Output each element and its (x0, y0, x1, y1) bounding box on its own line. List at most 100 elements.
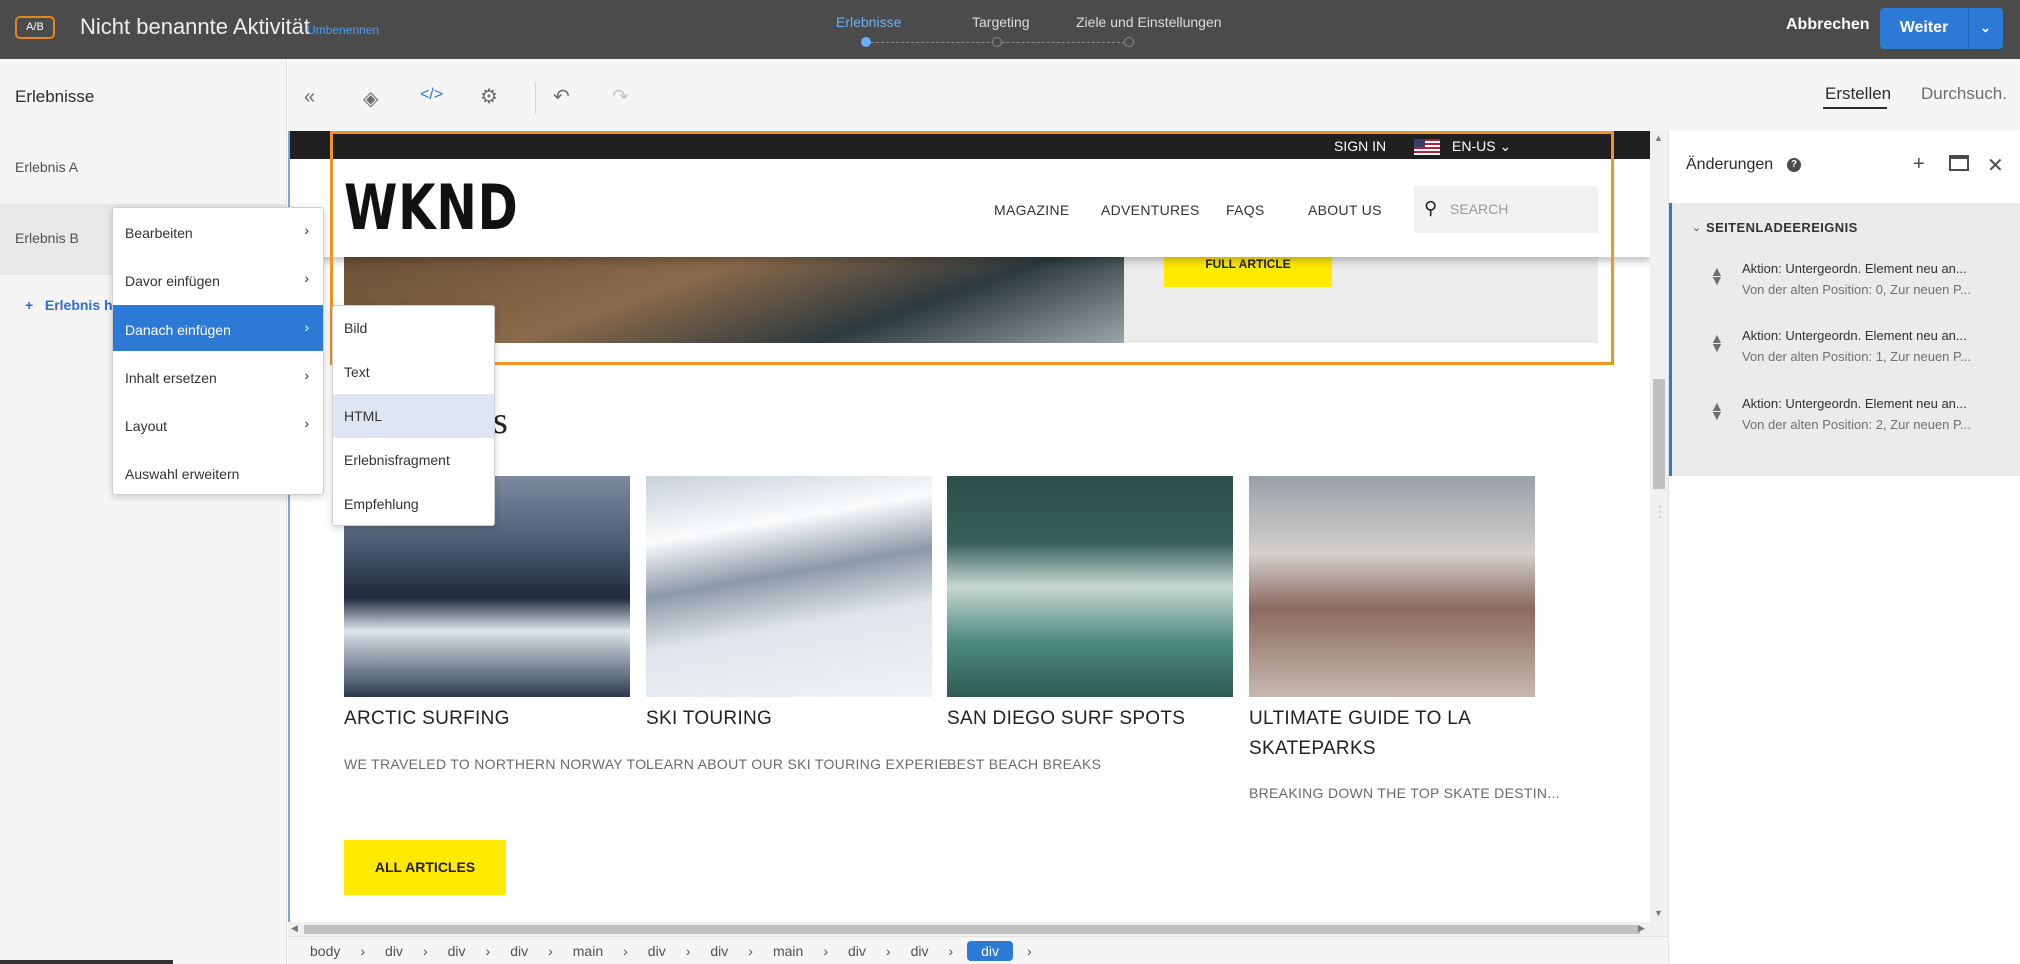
menu-item-label: Danach einfügen (125, 322, 231, 338)
change-detail[interactable]: Von der alten Position: 1, Zur neuen P..… (1742, 349, 1971, 364)
language-selector[interactable]: EN-US ⌄ (1452, 138, 1511, 155)
activity-title[interactable]: Nicht benannte Aktivität (80, 14, 310, 40)
step-targeting[interactable]: Targeting (972, 14, 1030, 30)
article-image-la-skateparks[interactable] (1249, 476, 1535, 697)
scroll-left-icon[interactable]: ◀ (291, 923, 298, 934)
rename-link[interactable]: Umbenennen (307, 23, 379, 37)
next-button-label[interactable]: Weiter (1880, 19, 1968, 37)
article-description[interactable]: BEST BEACH BREAKS (947, 756, 1101, 772)
next-button[interactable]: Weiter ⌄ (1880, 8, 2003, 49)
article-title[interactable]: ULTIMATE GUIDE TO LA SKATEPARKS (1249, 704, 1529, 764)
cancel-button[interactable]: Abbrechen (1786, 16, 1870, 34)
panel-layout-icon[interactable] (1949, 155, 1969, 171)
article-image-ski-touring[interactable] (646, 476, 932, 697)
submenu-item-image[interactable]: Bild (333, 306, 494, 350)
editor-toolbar (288, 59, 2020, 131)
crumb-main[interactable]: main (567, 941, 609, 961)
crumb-div[interactable]: div (442, 941, 472, 961)
top-bar: A/B Nicht benannte Aktivität Umbenennen … (0, 0, 2020, 59)
step-experiences[interactable]: Erlebnisse (836, 14, 901, 30)
gear-icon[interactable]: ⚙ (480, 84, 498, 109)
undo-icon[interactable]: ↶ (553, 84, 570, 109)
add-icon[interactable]: + (1913, 153, 1925, 176)
step-goals-settings[interactable]: Ziele und Einstellungen (1076, 14, 1222, 30)
site-search-input[interactable]: ⚲ SEARCH (1414, 186, 1598, 233)
article-title[interactable]: SKI TOURING (646, 704, 772, 734)
nav-faqs[interactable]: FAQS (1226, 202, 1265, 218)
tab-browse[interactable]: Durchsuch. (1921, 84, 2007, 104)
crumb-div[interactable]: div (842, 941, 872, 961)
nav-magazine[interactable]: MAGAZINE (994, 202, 1070, 218)
vertical-scroll-thumb[interactable] (1653, 379, 1665, 489)
horizontal-scrollbar[interactable]: ◀ ▶ (288, 922, 1668, 936)
chevron-down-icon[interactable]: ⌄ (1980, 20, 1991, 36)
change-action[interactable]: Aktion: Untergeordn. Element neu an... (1742, 261, 1967, 276)
nav-adventures[interactable]: ADVENTURES (1101, 202, 1200, 218)
close-icon[interactable]: ✕ (1987, 153, 2004, 178)
bottom-edge-bar (0, 960, 173, 964)
code-icon[interactable]: </> (420, 86, 443, 104)
tab-create[interactable]: Erstellen (1825, 84, 1891, 104)
crumb-div[interactable]: div (704, 941, 734, 961)
crumb-div[interactable]: div (379, 941, 409, 961)
scroll-right-icon[interactable]: ▶ (1638, 923, 1645, 934)
chevron-right-icon: › (304, 319, 309, 335)
horizontal-scroll-thumb[interactable] (304, 925, 1640, 934)
submenu-item-experience-fragment[interactable]: Erlebnisfragment (333, 438, 494, 482)
change-detail[interactable]: Von der alten Position: 2, Zur neuen P..… (1742, 417, 1971, 432)
submenu-item-html[interactable]: HTML (333, 394, 494, 438)
scroll-down-icon[interactable]: ▼ (1654, 908, 1663, 918)
add-experience-button[interactable]: + Erlebnis hi (25, 297, 116, 313)
change-detail[interactable]: Von der alten Position: 0, Zur neuen P..… (1742, 282, 1971, 297)
help-icon[interactable]: ? (1787, 158, 1801, 172)
chevron-right-icon: › (885, 942, 891, 959)
reorder-handle-icon[interactable]: ▲ ▼ (1710, 264, 1724, 287)
menu-item-replace-content[interactable]: Inhalt ersetzen › (113, 353, 323, 399)
add-experience-label: Erlebnis hi (44, 297, 117, 313)
search-icon: ⚲ (1424, 198, 1438, 218)
reorder-handle-icon[interactable]: ▲ ▼ (1710, 331, 1724, 354)
menu-item-expand-selection[interactable]: Auswahl erweitern (113, 449, 323, 495)
crumb-div[interactable]: div (642, 941, 672, 961)
crumb-div[interactable]: div (504, 941, 534, 961)
menu-item-label: Bearbeiten (125, 225, 193, 241)
menu-item-layout[interactable]: Layout › (113, 401, 323, 447)
scroll-up-icon[interactable]: ▲ (1654, 133, 1663, 143)
redo-icon[interactable]: ↷ (612, 84, 629, 109)
chevron-right-icon: › (948, 942, 954, 959)
submenu-item-text[interactable]: Text (333, 350, 494, 394)
sign-in-link[interactable]: SIGN IN (1334, 138, 1386, 154)
reorder-handle-icon[interactable]: ▲ ▼ (1710, 399, 1724, 422)
menu-item-insert-after[interactable]: Danach einfügen › (113, 305, 323, 351)
all-articles-button[interactable]: ALL ARTICLES (344, 840, 506, 895)
crumb-body[interactable]: body (304, 941, 346, 961)
tab-create-underline (1823, 107, 1887, 109)
crumb-main[interactable]: main (767, 941, 809, 961)
change-action[interactable]: Aktion: Untergeordn. Element neu an... (1742, 396, 1967, 411)
wknd-logo[interactable]: WKND (344, 171, 519, 244)
experiences-title: Erlebnisse (15, 87, 95, 106)
article-image-san-diego[interactable] (947, 476, 1233, 697)
article-title[interactable]: ARCTIC SURFING (344, 704, 510, 734)
collapse-left-icon[interactable]: « (304, 86, 315, 109)
article-description[interactable]: LEARN ABOUT OUR SKI TOURING EXPERIE... (646, 756, 961, 772)
article-title[interactable]: SAN DIEGO SURF SPOTS (947, 704, 1185, 734)
article-description[interactable]: BREAKING DOWN THE TOP SKATE DESTIN... (1249, 785, 1560, 801)
resize-handle-icon[interactable]: · · · (1658, 500, 1662, 522)
submenu-item-recommendation[interactable]: Empfehlung (333, 482, 494, 526)
page-load-event-label[interactable]: SEITENLADEEREIGNIS (1706, 220, 1858, 235)
menu-item-insert-before[interactable]: Davor einfügen › (113, 256, 323, 302)
layers-icon[interactable]: ◈ (363, 86, 378, 111)
experience-a[interactable]: Erlebnis A (15, 159, 78, 175)
menu-item-edit[interactable]: Bearbeiten › (113, 208, 323, 254)
nav-about-us[interactable]: ABOUT US (1308, 202, 1382, 218)
chevron-right-icon: › (304, 222, 309, 238)
crumb-div-selected[interactable]: div (967, 940, 1014, 961)
change-action[interactable]: Aktion: Untergeordn. Element neu an... (1742, 328, 1967, 343)
vertical-scrollbar[interactable]: ▲ ▼ (1650, 131, 1668, 922)
chevron-down-icon[interactable]: ⌄ (1692, 221, 1701, 234)
crumb-div[interactable]: div (905, 941, 935, 961)
experience-b[interactable]: Erlebnis B (15, 230, 79, 246)
page-preview-canvas[interactable]: FULL ARTICLE SIGN IN EN-US ⌄ WKND MAGAZI… (288, 131, 1650, 922)
article-description[interactable]: WE TRAVELED TO NORTHERN NORWAY TO... (344, 756, 659, 772)
